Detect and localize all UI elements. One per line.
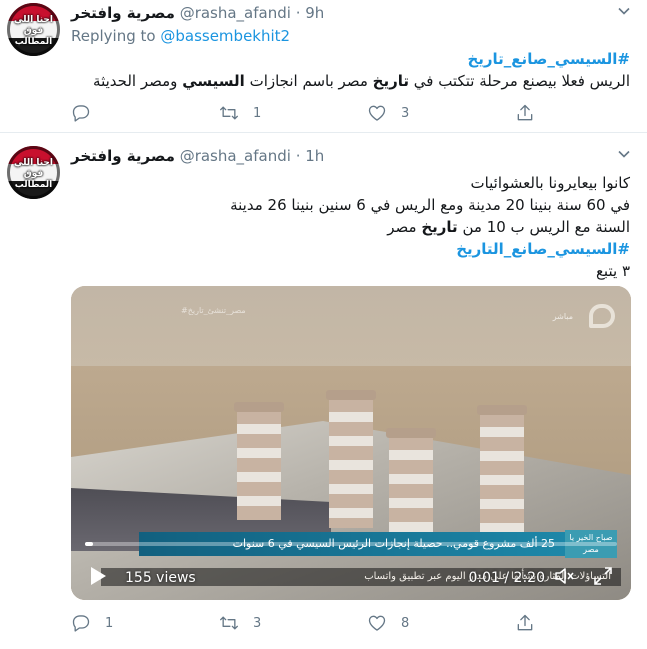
timestamp[interactable]: 1h (305, 147, 324, 165)
text-line: ٣ يتبع (595, 262, 630, 280)
chevron-down-icon[interactable] (617, 147, 631, 161)
reply-icon (72, 615, 90, 632)
tweet-header: مصرية وافتخر @rasha_afandi · 1h (71, 145, 647, 167)
retweet-count: 1 (253, 105, 262, 121)
avatar[interactable]: احنا اللي فوق المطالب (7, 146, 60, 199)
video-frame-chimney (386, 428, 436, 536)
tweet-header: مصرية وافتخر @rasha_afandi · 9h (71, 2, 647, 24)
video-frame-chimney (477, 405, 527, 537)
replying-to-handle-link[interactable]: @bassembekhit2 (160, 27, 290, 45)
text-bold-segment: السيسي (182, 72, 245, 90)
avatar[interactable]: احنا اللي فوق المطالب (7, 3, 60, 56)
fullscreen-icon[interactable] (593, 566, 613, 586)
text-line: كانوا بيعايرونا بالعشوائيات (470, 174, 630, 192)
avatar-ring (7, 146, 60, 199)
text-segment: الريس فعلا بيصنع مرحلة تتكتب في (413, 72, 630, 90)
channel-logo (589, 304, 615, 328)
channel-hashtag-overlay: #مصر_تنشئ_تاريخ (181, 306, 246, 315)
user-handle[interactable]: @rasha_afandi (180, 4, 291, 22)
text-segment: السنة مع الريس ب 10 من (462, 218, 630, 236)
reply-button[interactable] (71, 101, 105, 125)
share-icon (517, 614, 533, 631)
avatar-ring (7, 3, 60, 56)
channel-live-label: مباشر (552, 312, 573, 321)
text-segment: ومصر الحديثة (93, 72, 178, 90)
retweet-count: 3 (253, 615, 262, 631)
retweet-icon (220, 106, 238, 120)
hashtag-link[interactable]: #السيسي_صانع_التاريخ (456, 240, 630, 258)
replying-to: Replying to @bassembekhit2 (71, 26, 290, 46)
timestamp[interactable]: 9h (305, 4, 324, 22)
text-bold-segment: تاريخ (421, 218, 458, 236)
text-segment: مصر (387, 218, 417, 236)
text-segment: مصر باسم انجازات (249, 72, 368, 90)
like-button[interactable]: 8 (367, 611, 409, 635)
tweet-actions: 1 3 8 (71, 611, 631, 635)
volume-muted-icon[interactable] (553, 564, 577, 588)
hashtag-link[interactable]: #السيسي_صانع_تاريخ (467, 50, 630, 68)
text-bold-segment: تاريخ (372, 72, 409, 90)
view-count: 155 views (125, 570, 196, 586)
video-player[interactable]: مباشر #مصر_تنشئ_تاريخ 25 ألف مشروع قومي.… (71, 286, 631, 600)
retweet-button[interactable]: 1 (219, 101, 261, 125)
play-icon[interactable] (89, 566, 107, 586)
separator-dot: · (295, 147, 301, 165)
user-handle[interactable]: @rasha_afandi (180, 147, 291, 165)
tweet-text: #السيسي_صانع_تاريخ الريس فعلا بيصنع مرحل… (71, 48, 630, 92)
text-line: السنة مع الريس ب 10 من تاريخ مصر (71, 216, 630, 238)
chevron-down-icon[interactable] (617, 4, 631, 18)
tweet-actions: 1 3 (71, 101, 631, 125)
like-count: 3 (401, 105, 410, 121)
tweet-text: كانوا بيعايرونا بالعشوائيات في 60 سنة بن… (71, 172, 630, 282)
video-progress-fill (85, 542, 93, 546)
reply-button[interactable]: 1 (71, 611, 113, 635)
share-button[interactable] (515, 101, 535, 125)
reply-icon (72, 105, 90, 122)
video-frame-chimney (234, 402, 284, 520)
replying-to-label: Replying to (71, 27, 156, 45)
retweet-button[interactable]: 3 (219, 611, 261, 635)
reply-count: 1 (105, 615, 114, 631)
display-name[interactable]: مصرية وافتخر (71, 4, 175, 22)
display-name[interactable]: مصرية وافتخر (71, 147, 175, 165)
share-button[interactable] (515, 611, 535, 635)
heart-icon (368, 105, 386, 121)
video-progress-bar[interactable] (85, 542, 617, 546)
video-frame-chimney (326, 390, 376, 528)
text-line: في 60 سنة بنينا 20 مدينة ومع الريس في 6 … (230, 196, 630, 214)
heart-icon (368, 615, 386, 631)
tweet-1[interactable]: احنا اللي فوق المطالب مصرية وافتخر @rash… (0, 0, 647, 133)
share-icon (517, 104, 533, 121)
retweet-icon (220, 616, 238, 630)
separator-dot: · (295, 4, 301, 22)
tweet-2[interactable]: احنا اللي فوق المطالب مصرية وافتخر @rash… (0, 133, 647, 649)
like-button[interactable]: 3 (367, 101, 409, 125)
video-time: 0:01 / 2:20 (468, 570, 546, 586)
like-count: 8 (401, 615, 410, 631)
